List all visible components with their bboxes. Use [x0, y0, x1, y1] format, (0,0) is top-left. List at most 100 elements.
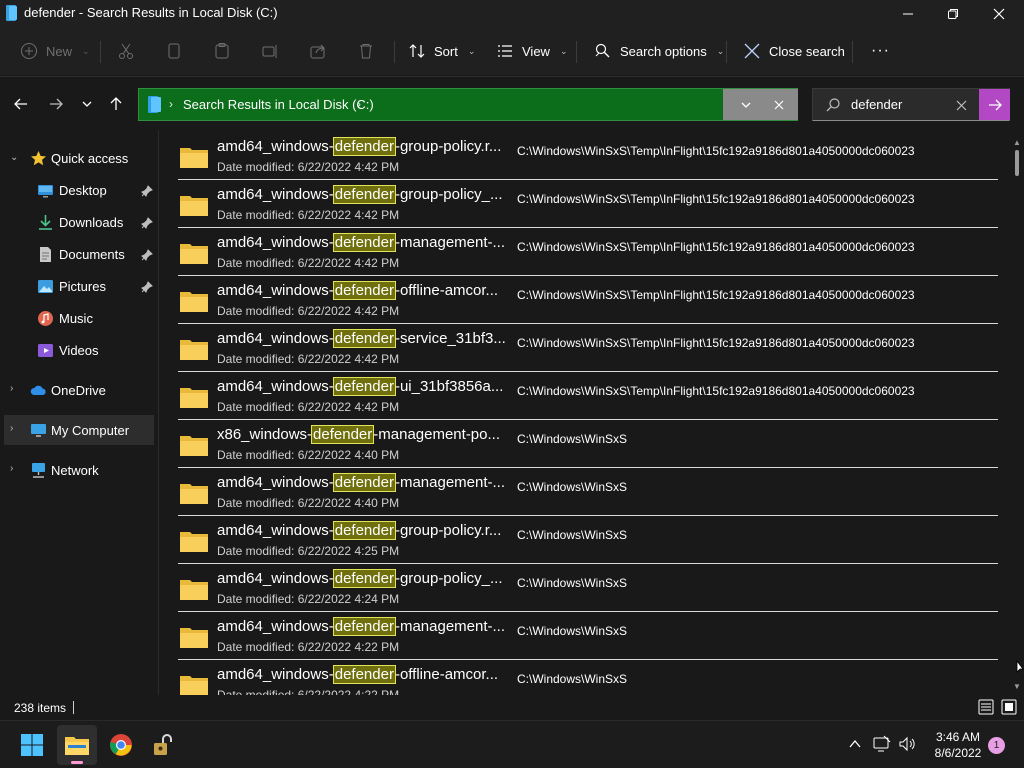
- sidebar-item-network[interactable]: › Network: [4, 455, 154, 485]
- file-name[interactable]: amd64_windows-defender-ui_31bf3856a...: [217, 377, 503, 396]
- clear-search-button[interactable]: [953, 97, 969, 113]
- sidebar-item-onedrive[interactable]: › OneDrive: [4, 375, 154, 405]
- forward-button[interactable]: [44, 92, 68, 116]
- list-item[interactable]: amd64_windows-defender-offline-amcor... D…: [178, 276, 998, 324]
- view-button[interactable]: View ⌄: [496, 40, 568, 62]
- notification-badge[interactable]: 1: [988, 737, 1005, 754]
- run-search-button[interactable]: [979, 89, 1010, 120]
- list-item[interactable]: amd64_windows-defender-management-... Dat…: [178, 228, 998, 276]
- file-name[interactable]: amd64_windows-defender-offline-amcor...: [217, 665, 498, 684]
- close-search-button[interactable]: Close search: [743, 40, 845, 62]
- file-name-prefix: amd64_windows-: [217, 570, 334, 587]
- restore-button[interactable]: [930, 0, 976, 28]
- folder-icon: [180, 292, 208, 312]
- pin-icon[interactable]: [141, 217, 153, 229]
- paste-button[interactable]: [213, 40, 231, 62]
- sort-button[interactable]: Sort ⌄: [408, 40, 475, 62]
- pin-icon[interactable]: [141, 249, 153, 261]
- share-button[interactable]: [309, 40, 327, 62]
- show-hidden-icons-button[interactable]: [846, 735, 864, 753]
- chevron-down-icon[interactable]: ⌄: [10, 152, 20, 163]
- search-options-button[interactable]: Search options ⌄: [594, 40, 724, 62]
- breadcrumb-chevron-icon[interactable]: ›: [357, 97, 361, 111]
- chrome-taskbar-button[interactable]: [101, 725, 141, 765]
- sidebar-item-my-computer[interactable]: › My Computer: [4, 415, 154, 445]
- address-history-button[interactable]: [733, 96, 759, 114]
- file-name[interactable]: x86_windows-defender-management-po...: [217, 425, 500, 444]
- list-item[interactable]: x86_windows-defender-management-po... Dat…: [178, 420, 998, 468]
- search-icon: [826, 98, 840, 112]
- address-bar[interactable]: › Search Results in Local Disk (C:) ›: [138, 88, 798, 121]
- sidebar-item-desktop[interactable]: Desktop: [4, 175, 154, 205]
- details-view-icon[interactable]: [978, 699, 994, 715]
- breadcrumb-chevron-icon: ›: [169, 97, 173, 111]
- cut-button[interactable]: [117, 40, 135, 62]
- security-app-taskbar-button[interactable]: [143, 725, 183, 765]
- sidebar-item-quick-access[interactable]: ⌄ Quick access: [4, 143, 154, 173]
- file-name[interactable]: amd64_windows-defender-group-policy_...: [217, 569, 503, 588]
- list-item[interactable]: amd64_windows-defender-group-policy.r...…: [178, 132, 998, 180]
- scroll-thumb[interactable]: [1015, 150, 1019, 176]
- more-options-button[interactable]: ···: [871, 40, 890, 62]
- chevron-right-icon[interactable]: ›: [10, 423, 20, 434]
- music-icon: [38, 311, 53, 326]
- desktop-icon: [38, 185, 53, 198]
- list-item[interactable]: amd64_windows-defender-ui_31bf3856a... Da…: [178, 372, 998, 420]
- search-input[interactable]: defender: [851, 97, 902, 112]
- rename-button[interactable]: [261, 40, 279, 62]
- sidebar-item-downloads[interactable]: Downloads: [4, 207, 154, 237]
- pin-icon[interactable]: [141, 281, 153, 293]
- file-name[interactable]: amd64_windows-defender-management-...: [217, 233, 505, 252]
- breadcrumb-location[interactable]: Search Results in Local Disk (C:): [183, 97, 374, 112]
- date-modified-label: Date modified:: [217, 304, 295, 318]
- address-clear-button[interactable]: [769, 96, 789, 114]
- folder-path: C:\Windows\WinSxS\Temp\InFlight\15fc192a…: [517, 192, 915, 206]
- new-button[interactable]: New ⌄: [20, 40, 90, 62]
- scroll-up-icon[interactable]: ▲: [1013, 138, 1021, 147]
- taskbar-clock[interactable]: 3:46 AM 8/6/2022: [928, 729, 988, 761]
- list-item[interactable]: amd64_windows-defender-group-policy_... D…: [178, 564, 998, 612]
- file-name[interactable]: amd64_windows-defender-service_31bf3...: [217, 329, 506, 348]
- back-button[interactable]: [9, 92, 33, 116]
- file-name[interactable]: amd64_windows-defender-offline-amcor...: [217, 281, 498, 300]
- start-button[interactable]: [12, 725, 52, 765]
- sidebar-item-music[interactable]: Music: [4, 303, 154, 333]
- file-name-suffix: -group-policy.r...: [394, 522, 502, 539]
- date-modified-label: Date modified:: [217, 544, 295, 558]
- chevron-right-icon[interactable]: ›: [10, 383, 20, 394]
- file-name[interactable]: amd64_windows-defender-group-policy.r...: [217, 521, 502, 540]
- recent-locations-button[interactable]: [75, 92, 99, 116]
- pin-icon[interactable]: [141, 185, 153, 197]
- file-name[interactable]: amd64_windows-defender-group-policy_...: [217, 185, 503, 204]
- chevron-right-icon[interactable]: ›: [10, 463, 20, 474]
- sidebar-item-pictures[interactable]: Pictures: [4, 271, 154, 301]
- sidebar-item-videos[interactable]: Videos: [4, 335, 154, 365]
- list-item[interactable]: amd64_windows-defender-service_31bf3... D…: [178, 324, 998, 372]
- scroll-down-icon[interactable]: ▼: [1013, 682, 1021, 691]
- minimize-button[interactable]: [885, 0, 931, 28]
- close-window-button[interactable]: [976, 0, 1022, 28]
- network-status-button[interactable]: [873, 735, 891, 753]
- file-name-prefix: x86_windows-: [217, 426, 313, 443]
- date-modified-label: Date modified:: [217, 160, 295, 174]
- clock-time: 3:46 AM: [935, 730, 981, 744]
- search-box[interactable]: defender: [812, 88, 1010, 121]
- vertical-scrollbar[interactable]: ▲ ▼: [1010, 130, 1024, 695]
- file-name[interactable]: amd64_windows-defender-group-policy.r...: [217, 137, 501, 156]
- folder-path: C:\Windows\WinSxS: [517, 576, 628, 590]
- delete-button[interactable]: [357, 40, 375, 62]
- list-item[interactable]: amd64_windows-defender-management-... Dat…: [178, 468, 998, 516]
- sidebar-item-documents[interactable]: Documents: [4, 239, 154, 269]
- list-item[interactable]: amd64_windows-defender-management-... Dat…: [178, 612, 998, 660]
- up-button[interactable]: [104, 92, 128, 116]
- list-item[interactable]: amd64_windows-defender-group-policy.r...…: [178, 516, 998, 564]
- large-icons-view-icon[interactable]: [1001, 699, 1017, 715]
- list-item[interactable]: amd64_windows-defender-offline-amcor... D…: [178, 660, 998, 695]
- file-name[interactable]: amd64_windows-defender-management-...: [217, 473, 505, 492]
- file-name[interactable]: amd64_windows-defender-management-...: [217, 617, 505, 636]
- file-explorer-taskbar-button[interactable]: [57, 725, 97, 765]
- volume-button[interactable]: [898, 735, 916, 753]
- copy-button[interactable]: [165, 40, 183, 62]
- list-item[interactable]: amd64_windows-defender-group-policy_... D…: [178, 180, 998, 228]
- active-app-indicator: [71, 761, 83, 764]
